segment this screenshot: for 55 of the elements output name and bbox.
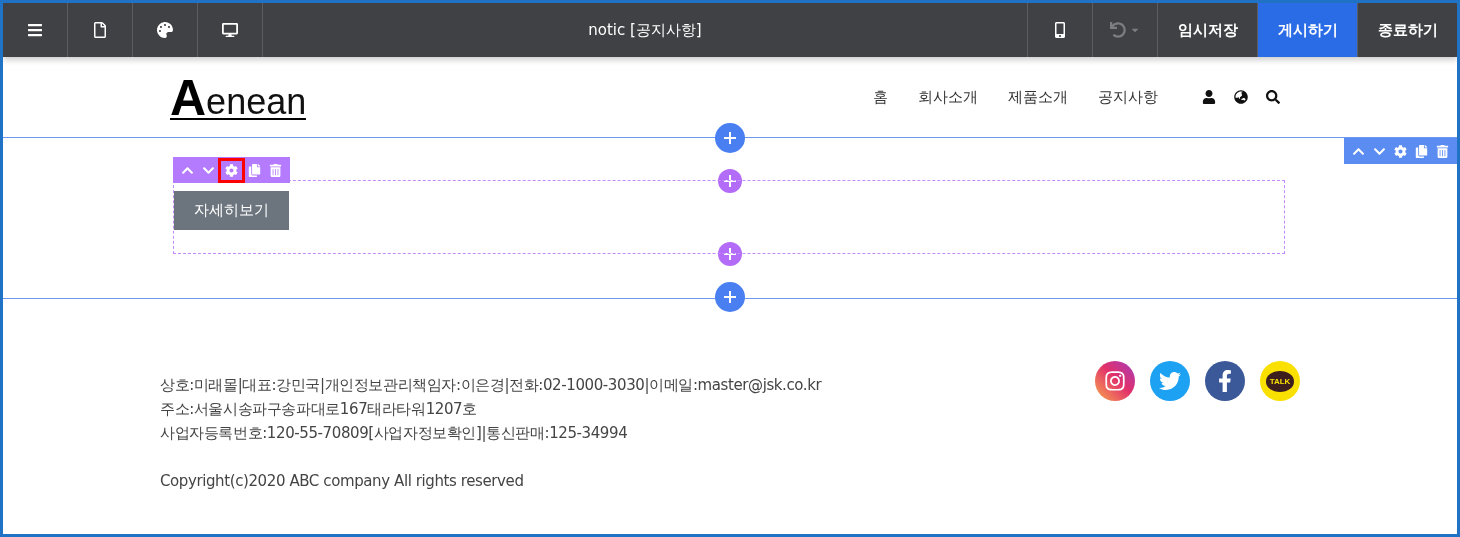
globe-icon[interactable] [1234, 90, 1248, 104]
instagram-icon [1104, 370, 1126, 392]
trash-button[interactable] [1434, 142, 1451, 160]
copy-icon [248, 163, 261, 177]
add-section-button[interactable] [718, 169, 742, 193]
settings-button[interactable] [221, 160, 242, 180]
copy-button[interactable] [1413, 142, 1430, 160]
trash-icon [269, 163, 282, 177]
company-info-text: 상호:미래몰|대표:강민국|개인정보관리책임자:이은경|전화:02-1000-3030|이메일:master@jsk.co.kr [160, 375, 822, 396]
menu-button[interactable] [3, 3, 68, 57]
phone-button[interactable] [1027, 3, 1092, 57]
settings-button[interactable] [1392, 142, 1409, 160]
add-section-button[interactable] [715, 123, 745, 153]
monitor-icon [222, 22, 238, 38]
nav-link[interactable]: 제품소개 [1008, 87, 1068, 107]
action-button[interactable]: 종료하기 [1357, 3, 1457, 57]
action-button[interactable]: 게시하기 [1257, 3, 1357, 57]
logo[interactable]: Aenean [170, 78, 307, 120]
phone-icon [1052, 22, 1068, 38]
monitor-button[interactable] [198, 3, 263, 57]
settings-icon [1394, 144, 1407, 158]
plus-icon [724, 248, 736, 260]
details-button[interactable]: 자세히보기 [174, 191, 289, 230]
palette-button[interactable] [133, 3, 198, 57]
add-section-button[interactable] [715, 282, 745, 312]
company-info-text: 주소:서울시송파구송파대로167태라타워1207호 [160, 399, 478, 420]
twitter-icon [1159, 370, 1181, 392]
action-button[interactable]: 임시저장 [1157, 3, 1257, 57]
instagram-link[interactable] [1095, 361, 1135, 401]
nav-link[interactable]: 홈 [873, 87, 888, 107]
nav-link[interactable]: 회사소개 [918, 87, 978, 107]
facebook-link[interactable] [1205, 361, 1245, 401]
user-icon[interactable] [1202, 90, 1216, 104]
talk-label: TALK [1265, 370, 1295, 392]
settings-icon [225, 163, 238, 177]
nav-link[interactable]: 공지사항 [1098, 87, 1158, 107]
page-title: notic [공지사항] [587, 19, 703, 41]
menu-icon [27, 22, 43, 38]
undo-icon [1110, 22, 1126, 38]
plus-icon [724, 291, 736, 303]
plus-icon [724, 175, 736, 187]
copyright-text: Copyright(c)2020 ABC company All rights reserved [160, 471, 525, 492]
plus-icon [724, 132, 736, 144]
search-icon[interactable] [1266, 90, 1280, 104]
kakaotalk-link[interactable]: TALK [1260, 361, 1300, 401]
copy-button[interactable] [246, 161, 263, 179]
palette-icon [157, 22, 173, 38]
page-icon [92, 22, 108, 38]
company-info-text: 사업자등록번호:120-55-70809[사업자정보확인]|통신판매:125-34994 [160, 423, 629, 444]
page-button[interactable] [68, 3, 133, 57]
add-section-button[interactable] [718, 242, 742, 266]
twitter-link[interactable] [1150, 361, 1190, 401]
copy-icon [1415, 144, 1428, 158]
trash-button[interactable] [267, 161, 284, 179]
trash-icon [1436, 144, 1449, 158]
